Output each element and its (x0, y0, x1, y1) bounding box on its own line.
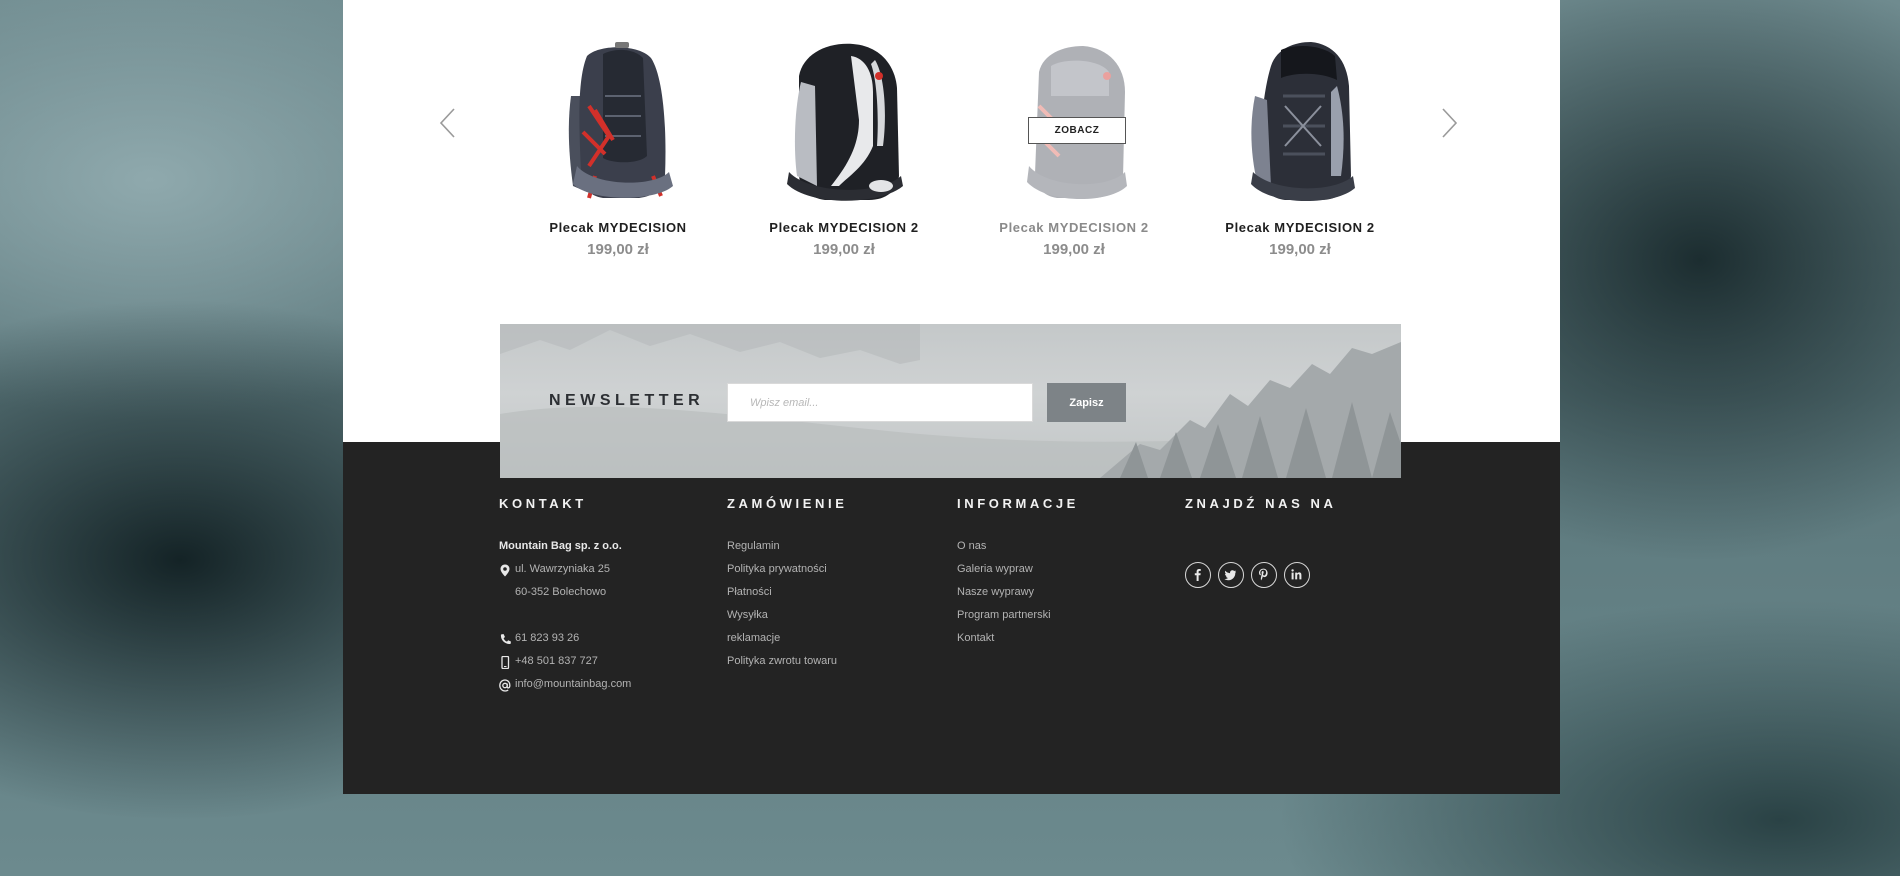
newsletter-email-input[interactable] (727, 383, 1033, 422)
backpack-image (787, 43, 903, 201)
newsletter-subscribe-button[interactable]: Zapisz (1047, 383, 1126, 422)
product-price: 199,00 zł (1269, 241, 1331, 258)
info-links: O nas Galeria wypraw Nasze wyprawy Progr… (957, 540, 1051, 655)
newsletter-banner: NEWSLETTER Zapisz (500, 324, 1401, 478)
backpack-image (568, 42, 673, 199)
product-name[interactable]: Plecak MYDECISION 2 (1195, 220, 1405, 235)
footer-info-heading: INFORMACJE (957, 496, 1079, 511)
view-product-button[interactable]: ZOBACZ (1028, 117, 1126, 144)
newsletter-title: NEWSLETTER (549, 392, 705, 409)
footer-link-shipping[interactable]: Wysyłka (727, 609, 837, 632)
product-price: 199,00 zł (813, 241, 875, 258)
product-carousel: Plecak MYDECISION 199,00 zł Plecak MYDEC… (513, 36, 1413, 276)
backpack-image (1251, 42, 1355, 202)
address-line-1: ul. Wawrzyniaka 25 (515, 563, 610, 575)
product-card[interactable]: ZOBACZ Plecak MYDECISION 2 199,00 zł (969, 36, 1179, 258)
facebook-link[interactable] (1185, 562, 1211, 588)
chevron-left-icon (439, 108, 455, 138)
order-links: Regulamin Polityka prywatności Płatności… (727, 540, 837, 678)
twitter-icon (1224, 570, 1236, 581)
footer-link-gallery[interactable]: Galeria wypraw (957, 563, 1051, 586)
linkedin-icon (1291, 569, 1302, 580)
product-card[interactable]: Plecak MYDECISION 2 199,00 zł (1195, 36, 1405, 258)
product-name[interactable]: Plecak MYDECISION 2 (739, 220, 949, 235)
product-card[interactable]: Plecak MYDECISION 2 199,00 zł (739, 36, 949, 258)
footer-link-payments[interactable]: Płatności (727, 586, 837, 609)
phone-number[interactable]: 61 823 93 26 (515, 632, 579, 644)
email-address[interactable]: info@mountainbag.com (515, 678, 631, 690)
footer-link-regulamin[interactable]: Regulamin (727, 540, 837, 563)
at-sign-icon (499, 679, 511, 692)
product-image[interactable] (1225, 36, 1375, 206)
product-name[interactable]: Plecak MYDECISION 2 (969, 220, 1179, 235)
company-name: Mountain Bag sp. z o.o. (499, 540, 622, 552)
footer-link-returns[interactable]: Polityka zwrotu towaru (727, 655, 837, 678)
footer-link-contact[interactable]: Kontakt (957, 632, 1051, 655)
twitter-link[interactable] (1218, 562, 1244, 588)
address-line-2: 60-352 Bolechowo (515, 586, 607, 598)
carousel-prev-button[interactable] (436, 106, 462, 140)
product-image[interactable] (543, 36, 693, 206)
linkedin-link[interactable] (1284, 562, 1310, 588)
footer-order-heading: ZAMÓWIENIE (727, 496, 848, 511)
facebook-icon (1194, 569, 1201, 581)
pinterest-icon (1259, 568, 1268, 581)
map-pin-icon (500, 564, 510, 577)
product-price: 199,00 zł (1043, 241, 1105, 258)
phone-icon (500, 634, 511, 645)
social-links (1185, 562, 1385, 592)
footer-link-about[interactable]: O nas (957, 540, 1051, 563)
chevron-right-icon (1442, 108, 1458, 138)
footer-link-privacy[interactable]: Polityka prywatności (727, 563, 837, 586)
site-footer: KONTAKT Mountain Bag sp. z o.o. ul. Wawr… (343, 442, 1560, 794)
product-name[interactable]: Plecak MYDECISION (513, 220, 723, 235)
footer-link-trips[interactable]: Nasze wyprawy (957, 586, 1051, 609)
mobile-number[interactable]: +48 501 837 727 (515, 655, 598, 667)
product-image[interactable] (769, 36, 919, 206)
footer-social-heading: ZNAJDŹ NAS NA (1185, 496, 1337, 511)
footer-link-complaints[interactable]: reklamacje (727, 632, 837, 655)
product-price: 199,00 zł (587, 241, 649, 258)
product-image[interactable]: ZOBACZ (999, 36, 1149, 206)
carousel-next-button[interactable] (1435, 106, 1461, 140)
mobile-phone-icon (501, 656, 510, 669)
product-card[interactable]: Plecak MYDECISION 199,00 zł (513, 36, 723, 258)
pinterest-link[interactable] (1251, 562, 1277, 588)
footer-contact-heading: KONTAKT (499, 496, 587, 511)
footer-link-partner[interactable]: Program partnerski (957, 609, 1051, 632)
